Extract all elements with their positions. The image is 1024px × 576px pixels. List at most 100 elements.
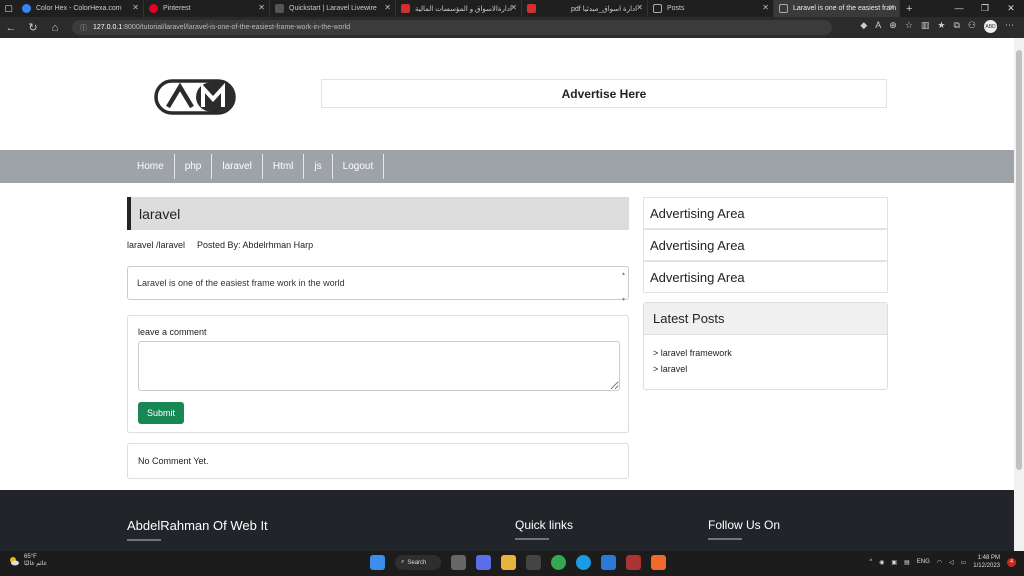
- battery-icon[interactable]: ▭: [961, 559, 967, 566]
- advertise-banner[interactable]: Advertise Here: [321, 79, 887, 108]
- tab-colorhexa[interactable]: Color Hex - ColorHexa.com ✕: [17, 0, 144, 17]
- info-icon: ⓘ: [80, 24, 87, 32]
- minimize-icon[interactable]: —: [946, 0, 972, 17]
- new-tab-icon[interactable]: +: [906, 3, 912, 15]
- nav-html[interactable]: Html: [263, 154, 305, 179]
- taskbar-search[interactable]: ⌕ Search: [395, 555, 441, 570]
- scrollbar-thumb[interactable]: [1016, 50, 1022, 470]
- close-icon[interactable]: ✕: [384, 3, 391, 12]
- start-icon[interactable]: [370, 555, 385, 570]
- maximize-icon[interactable]: ❐: [972, 0, 998, 17]
- tab-livewire[interactable]: Quickstart | Laravel Livewire ✕: [270, 0, 396, 17]
- os-taskbar: 65°F غائم غالبًا ⌕ Search ^ ◉ ▣ ▤ ENG ◠ ◁…: [0, 551, 1024, 576]
- tab-current[interactable]: Laravel is one of the easiest fram ✕: [774, 0, 900, 17]
- more-menu-icon[interactable]: ⋯: [1005, 20, 1014, 33]
- advertising-area[interactable]: Advertising Area: [643, 197, 888, 229]
- notification-badge[interactable]: 4: [1007, 557, 1016, 567]
- footer-divider: [515, 538, 549, 540]
- split-screen-icon[interactable]: ▥: [921, 20, 930, 33]
- comment-label: leave a comment: [138, 327, 207, 337]
- tab-arabic-1[interactable]: ادارةالاسواق و المؤسسات المالية ✕: [396, 0, 522, 17]
- tray-app-icon[interactable]: ▣: [891, 559, 897, 566]
- volume-icon[interactable]: ◁: [949, 559, 954, 566]
- tab-actions-icon[interactable]: ▢: [0, 0, 17, 17]
- reload-icon[interactable]: ↻: [22, 21, 44, 34]
- partly-cloudy-icon: [10, 556, 19, 565]
- page-favicon-icon: [779, 4, 788, 13]
- post-meta: laravel /laravel Posted By: Abdelrhman H…: [127, 240, 629, 254]
- chrome-icon[interactable]: [551, 555, 566, 570]
- comment-form: leave a comment Submit: [127, 315, 629, 433]
- advertising-area[interactable]: Advertising Area: [643, 229, 888, 261]
- favorite-star-icon[interactable]: ☆: [905, 20, 913, 33]
- close-icon[interactable]: ✕: [510, 3, 517, 12]
- edge-icon[interactable]: [576, 555, 591, 570]
- post-author: Posted By: Abdelrhman Harp: [197, 240, 314, 250]
- latest-post-link[interactable]: > laravel framework: [653, 345, 878, 361]
- tab-arabic-2[interactable]: pdf ادارة اسواق_مبدئيا ✕: [522, 0, 648, 17]
- copilot-icon[interactable]: ⚇: [968, 20, 976, 33]
- tab-posts[interactable]: Posts ✕: [648, 0, 774, 17]
- latest-posts-title: Latest Posts: [644, 303, 887, 335]
- vscode-icon[interactable]: [601, 555, 616, 570]
- collections-icon[interactable]: ⧉: [953, 20, 959, 33]
- tray-app-icon[interactable]: ▤: [904, 559, 910, 566]
- nav-logout[interactable]: Logout: [333, 154, 385, 179]
- submit-button[interactable]: Submit: [138, 402, 184, 424]
- footer-divider: [127, 539, 161, 541]
- close-icon[interactable]: ✕: [888, 3, 895, 12]
- window-controls: — ❐ ✕: [946, 0, 1024, 17]
- post-title: laravel: [127, 197, 629, 230]
- close-icon[interactable]: ✕: [258, 3, 265, 12]
- task-view-icon[interactable]: [451, 555, 466, 570]
- advertising-area[interactable]: Advertising Area: [643, 261, 888, 293]
- search-icon: ⌕: [401, 559, 405, 565]
- teams-icon[interactable]: [476, 555, 491, 570]
- footer-follow: Follow Us On: [708, 518, 780, 540]
- tray-app-icon[interactable]: ◉: [879, 559, 884, 566]
- clock[interactable]: 1:48 PM 1/12/2023: [973, 554, 1000, 571]
- favorites-icon[interactable]: ★: [937, 20, 945, 33]
- zoom-icon[interactable]: ⊕: [889, 20, 897, 33]
- pinterest-favicon-icon: [149, 4, 158, 13]
- comment-textarea[interactable]: [138, 341, 620, 391]
- footer-divider: [708, 538, 742, 540]
- nav-laravel[interactable]: laravel: [212, 154, 263, 179]
- wifi-icon[interactable]: ◠: [937, 559, 942, 566]
- nav-js[interactable]: js: [304, 154, 333, 179]
- footer-brand: AbdelRahman Of Web It: [127, 518, 268, 541]
- site-logo[interactable]: [127, 56, 263, 138]
- no-comment-message: No Comment Yet.: [127, 443, 629, 479]
- store-icon[interactable]: [526, 555, 541, 570]
- latest-post-link[interactable]: > laravel: [653, 361, 878, 377]
- read-aloud-icon[interactable]: A: [875, 20, 881, 33]
- file-explorer-icon[interactable]: [501, 555, 516, 570]
- nav-php[interactable]: php: [175, 154, 213, 179]
- web-page: Advertise Here Home php laravel Html js …: [0, 38, 1014, 551]
- colorhexa-favicon-icon: [22, 4, 31, 13]
- home-icon[interactable]: ⌂: [44, 22, 66, 34]
- taskbar-apps: ⌕ Search: [370, 555, 666, 570]
- language-indicator[interactable]: ENG: [917, 559, 930, 565]
- pdf-favicon-icon: [401, 4, 410, 13]
- window-close-icon[interactable]: ✕: [998, 0, 1024, 17]
- browser-toolbar: ◆ A ⊕ ☆ ▥ ★ ⧉ ⚇ ABD ⋯: [860, 20, 1014, 33]
- weather-widget[interactable]: 65°F غائم غالبًا: [8, 554, 47, 567]
- page-scrollbar[interactable]: [1014, 38, 1024, 551]
- xampp-icon[interactable]: [651, 555, 666, 570]
- chevron-up-icon[interactable]: ^: [869, 559, 872, 565]
- close-icon[interactable]: ✕: [132, 3, 139, 12]
- tab-pinterest[interactable]: Pinterest ✕: [144, 0, 270, 17]
- close-icon[interactable]: ✕: [762, 3, 769, 12]
- back-arrow-icon[interactable]: ←: [0, 22, 22, 34]
- extension-icon[interactable]: ◆: [860, 20, 867, 33]
- post-body[interactable]: Laravel is one of the easiest frame work…: [127, 266, 629, 303]
- close-icon[interactable]: ✕: [636, 3, 643, 12]
- terminal-icon[interactable]: [626, 555, 641, 570]
- post-category[interactable]: laravel /laravel: [127, 240, 185, 254]
- url-input[interactable]: ⓘ 127.0.0.1:8000/tutorial/laravel/larave…: [72, 20, 832, 35]
- nav-home[interactable]: Home: [127, 154, 175, 179]
- footer-quick-links: Quick links: [515, 518, 573, 540]
- profile-avatar[interactable]: ABD: [984, 20, 997, 33]
- scroll-arrows-icon[interactable]: ▲ ▼: [621, 270, 626, 304]
